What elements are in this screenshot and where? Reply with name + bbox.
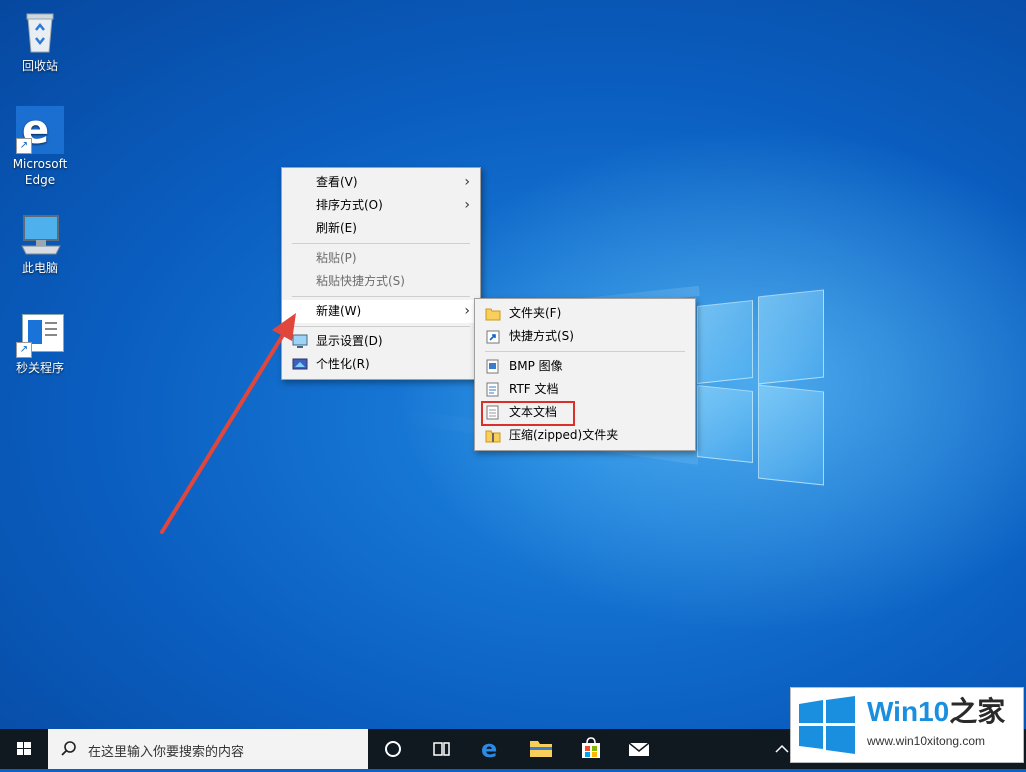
task-view-icon	[433, 742, 450, 756]
cortana-circle-icon	[385, 741, 401, 757]
watermark-brand: Win10	[867, 696, 950, 727]
annotation-arrow	[160, 313, 296, 534]
edge-icon: e	[481, 735, 498, 763]
start-button[interactable]	[0, 729, 48, 769]
taskbar-store[interactable]	[572, 729, 610, 769]
mail-icon	[628, 742, 650, 756]
watermark-logo: Win10之家 www.win10xitong.com	[790, 687, 1024, 763]
cortana-button[interactable]	[374, 729, 412, 769]
file-explorer-icon	[530, 741, 552, 757]
taskbar-file-explorer[interactable]	[522, 729, 560, 769]
store-icon	[582, 737, 600, 758]
desktop[interactable]: 回收站 e ↗ Microsoft Edge 此电脑 ↗ 秒关程序 查看(V) …	[0, 0, 1026, 729]
task-view-button[interactable]	[422, 729, 460, 769]
taskbar-mail[interactable]	[620, 729, 658, 769]
watermark-brand-suffix: 之家	[949, 696, 1006, 727]
search-icon	[61, 741, 76, 756]
watermark-url: www.win10xitong.com	[867, 734, 986, 748]
taskbar-edge[interactable]: e	[472, 729, 510, 769]
windows-logo-icon	[799, 696, 855, 754]
search-placeholder: 在这里输入你要搜索的内容	[88, 745, 245, 760]
taskbar-search-box[interactable]: 在这里输入你要搜索的内容	[48, 729, 368, 769]
windows-logo-icon	[17, 742, 31, 755]
